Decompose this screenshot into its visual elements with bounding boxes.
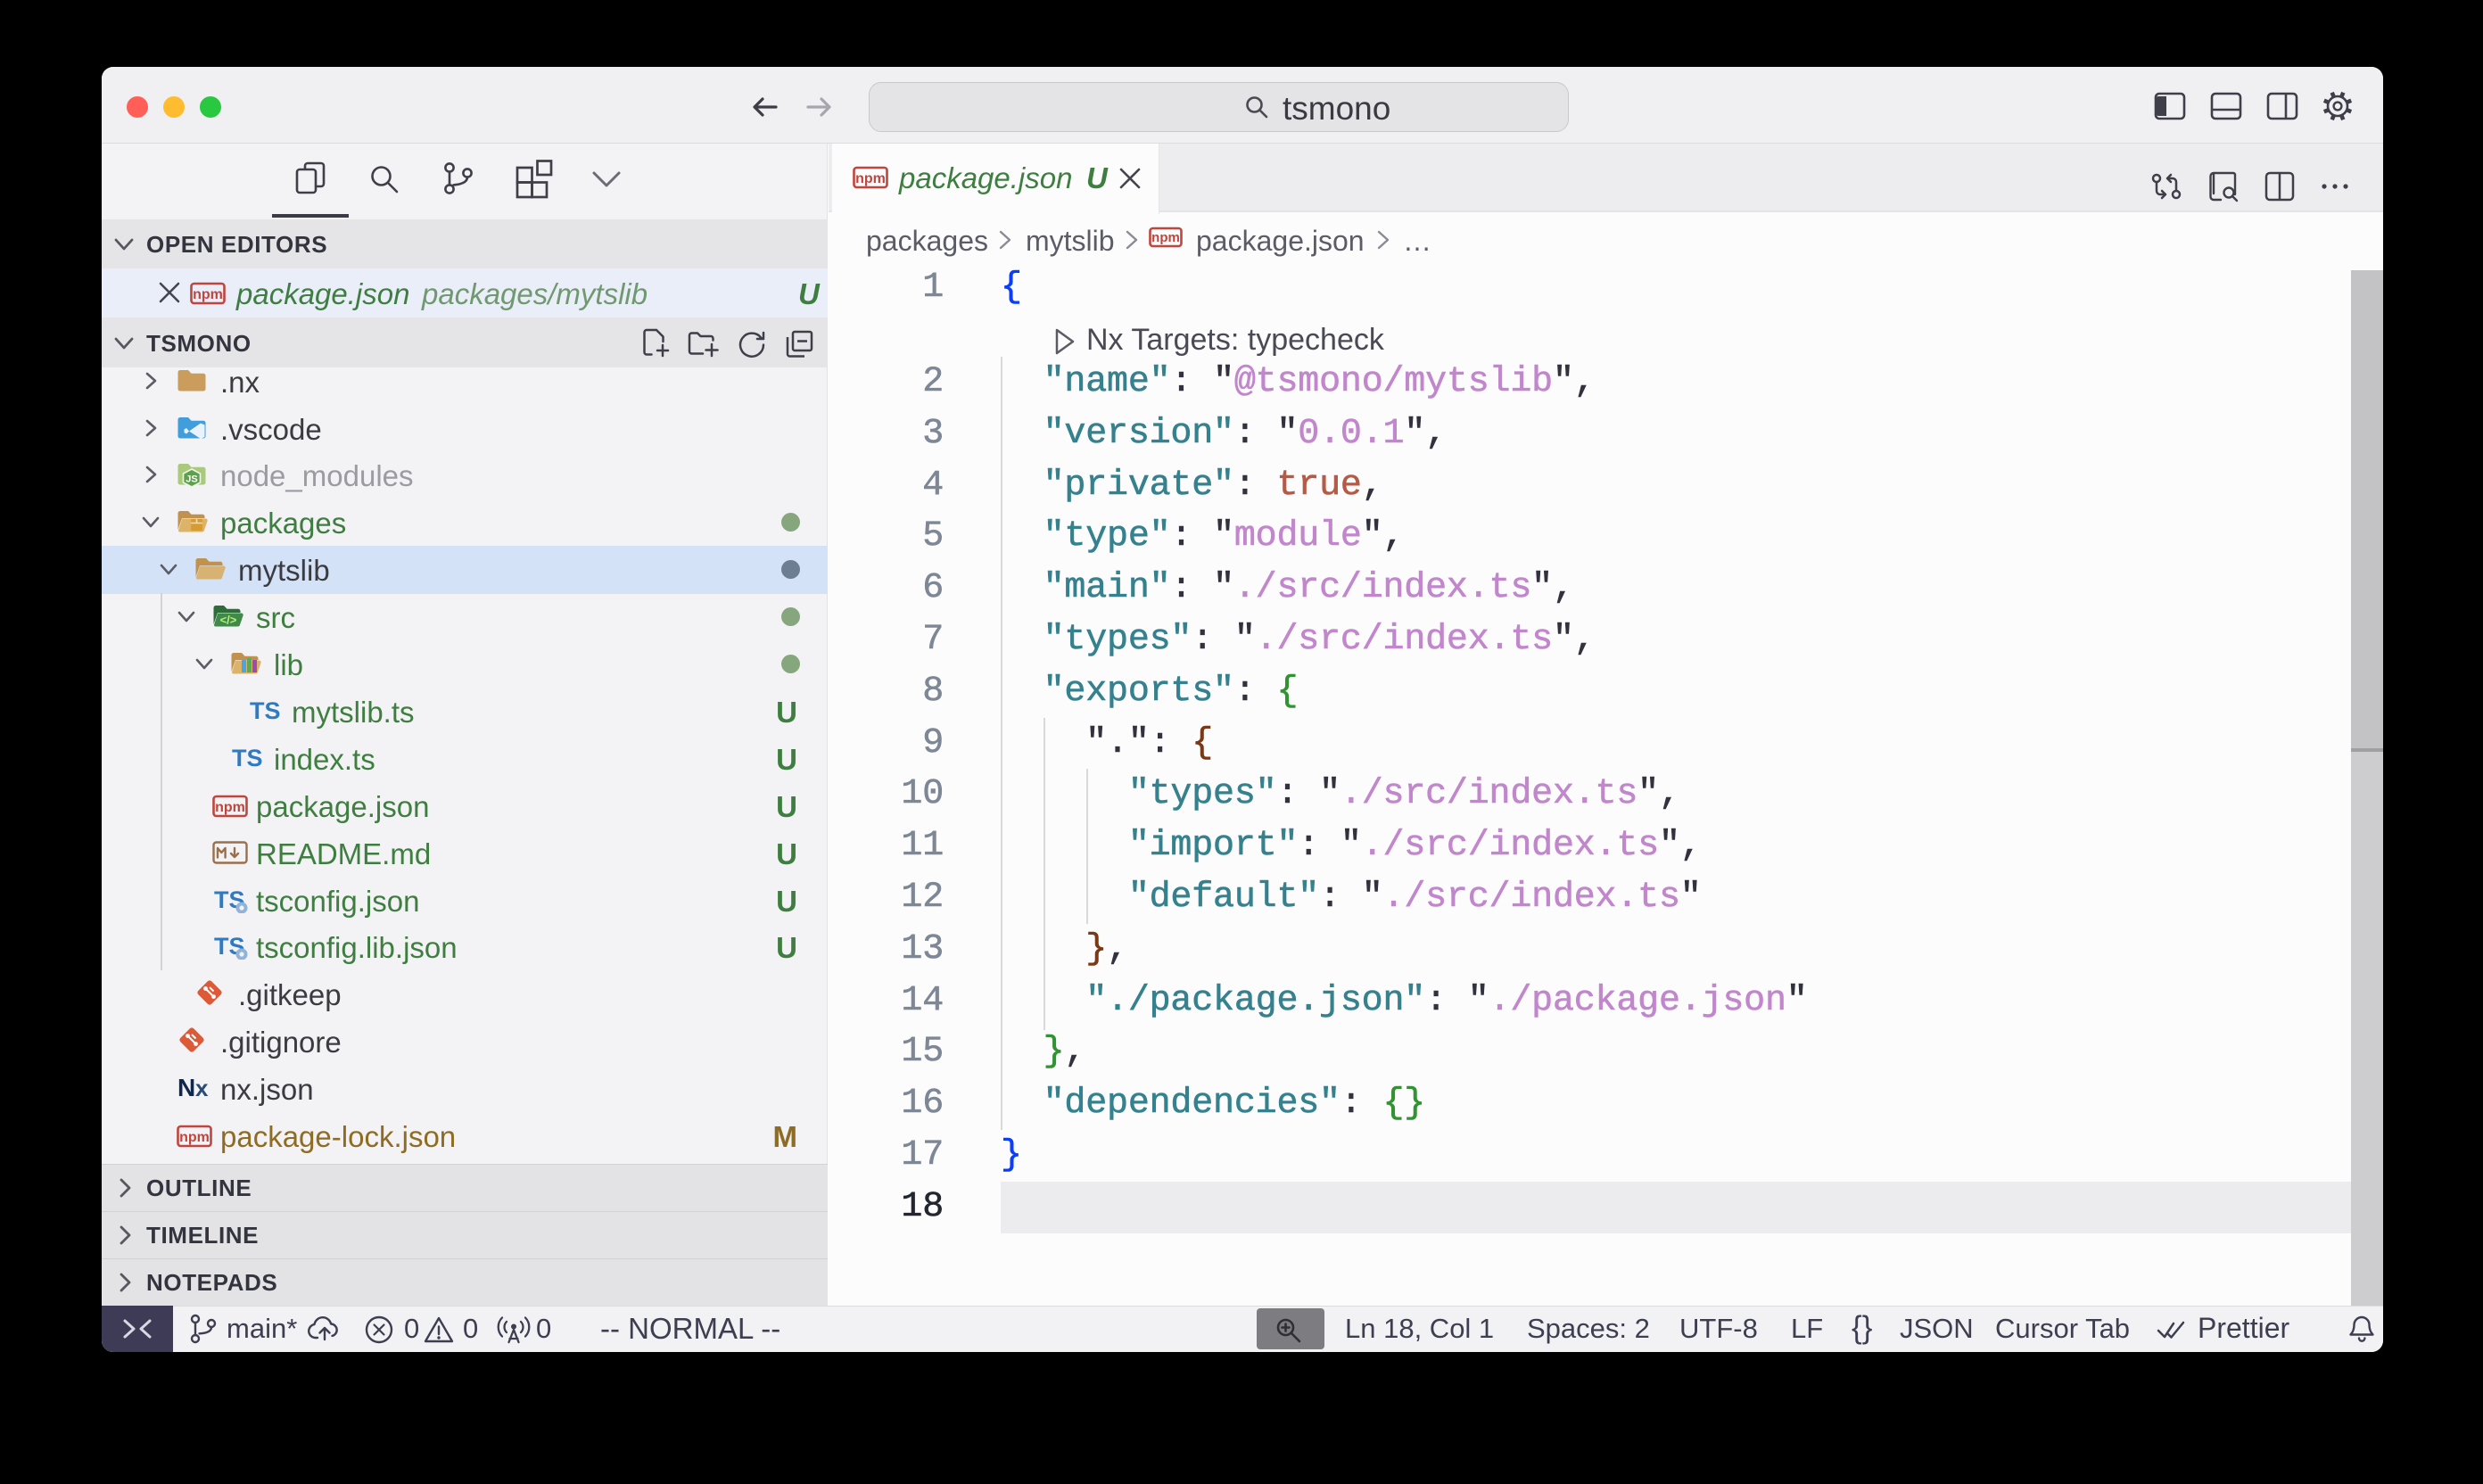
svg-text:npm: npm xyxy=(1151,230,1180,245)
svg-text:npm: npm xyxy=(193,287,223,302)
svg-text:N: N xyxy=(177,1076,195,1101)
svg-text:x: x xyxy=(195,1076,209,1101)
svg-text:npm: npm xyxy=(179,1130,210,1145)
svg-text:TS: TS xyxy=(250,697,281,724)
svg-text:JS: JS xyxy=(186,474,197,485)
svg-text:npm: npm xyxy=(855,171,886,186)
svg-text:npm: npm xyxy=(215,800,245,815)
svg-text:TS: TS xyxy=(232,745,263,771)
svg-text:</>: </> xyxy=(220,614,237,627)
